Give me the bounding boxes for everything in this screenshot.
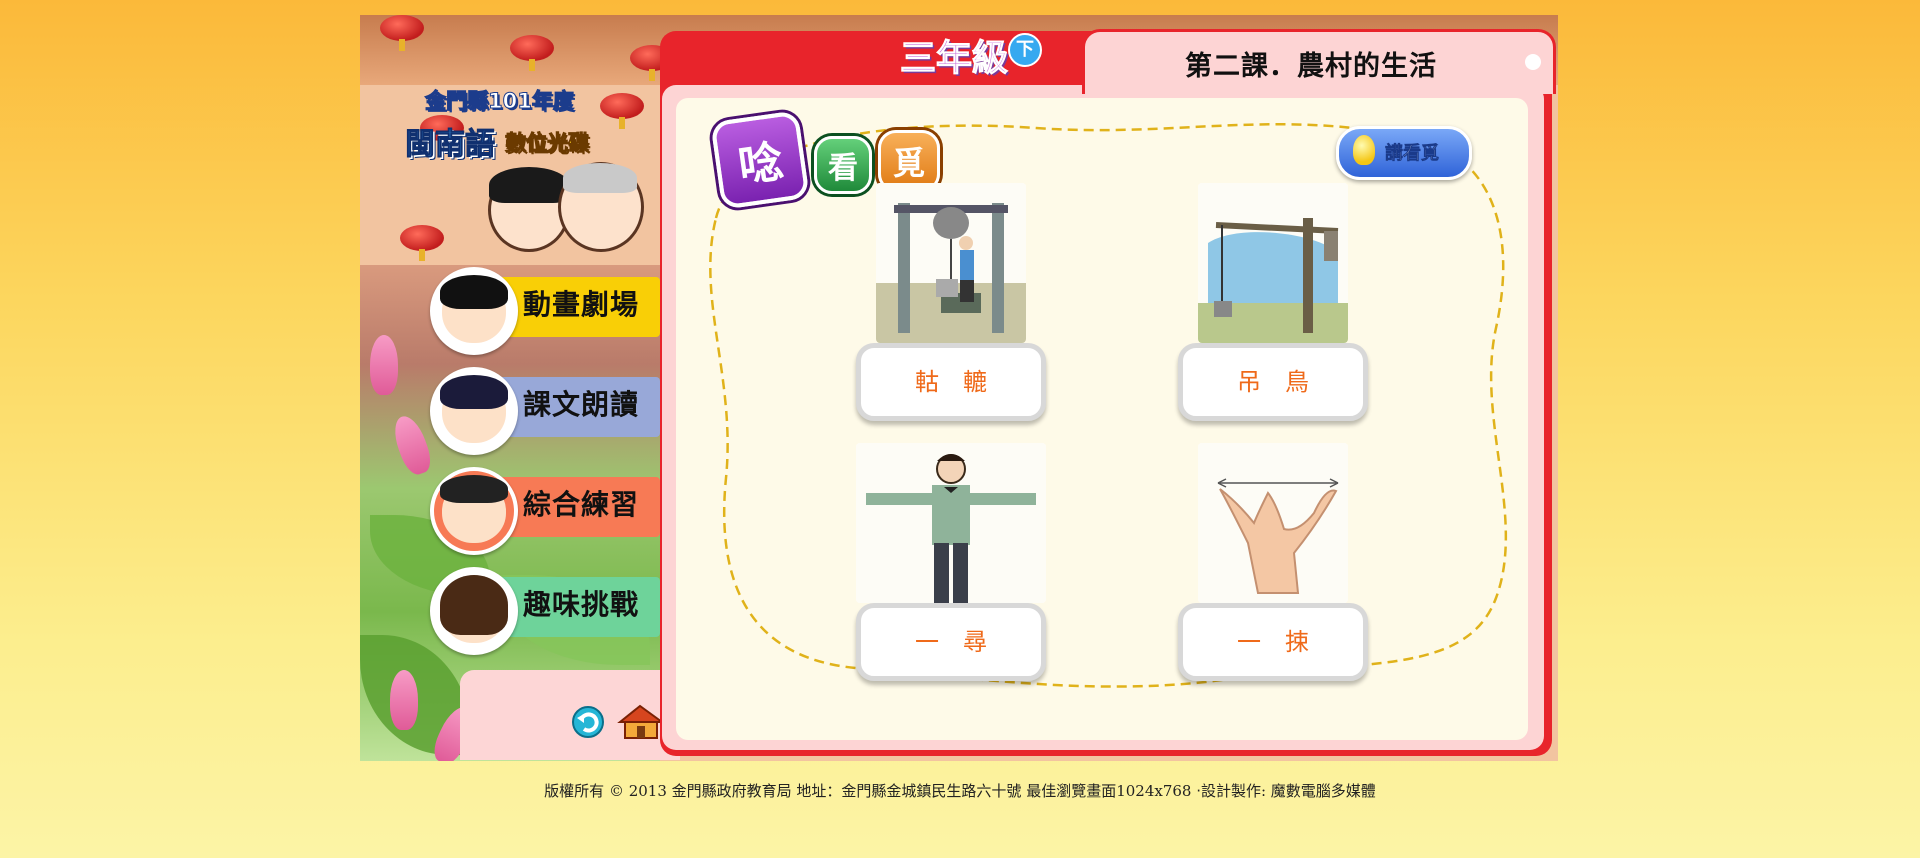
menu-fun-challenge[interactable]: 趣味挑戰 — [430, 567, 660, 655]
menu-animation-theater[interactable]: 動畫劇場 — [430, 267, 660, 355]
speak-button[interactable]: 講看覓 — [1336, 126, 1472, 180]
logo-title-line1: 金門縣101年度 — [425, 89, 575, 114]
tab-dot-decoration — [1525, 54, 1541, 70]
flower-decoration — [390, 670, 418, 730]
word-button[interactable]: 吊 鳥 — [1178, 343, 1368, 421]
avatar — [430, 367, 518, 455]
well-sweep-illustration — [1198, 183, 1348, 343]
flower-decoration — [370, 335, 398, 395]
bottom-nav-bar — [460, 670, 680, 760]
back-icon[interactable] — [570, 704, 606, 744]
app-stage: 金門縣101年度 閩南語 數位光碟 動畫劇場 課文朗讀 綜合練習 趣味挑戰 三年… — [360, 15, 1558, 761]
footer-copyright: 版權所有 © 2013 金門縣政府教育局 地址：金門縣金城鎮民生路六十號 最佳瀏… — [544, 782, 1376, 800]
grade-volume-badge: 下 — [1008, 33, 1042, 67]
lightbulb-icon — [1353, 135, 1375, 165]
lantern-decoration — [400, 225, 444, 261]
avatar — [430, 567, 518, 655]
lantern-decoration — [510, 35, 554, 71]
flower-decoration — [388, 412, 436, 478]
avatar — [430, 467, 518, 555]
word-label: 一 捒 — [1237, 628, 1309, 656]
avatar — [430, 267, 518, 355]
word-card: 吊 鳥 — [1178, 183, 1368, 443]
word-card: 一 尋 — [856, 443, 1046, 703]
word-button[interactable]: 一 尋 — [856, 603, 1046, 681]
word-label: 一 尋 — [915, 628, 987, 656]
menu-label: 綜合練習 — [523, 488, 640, 521]
content-panel: 唸 看 覓 講看覓 軲 轆 吊 鳥 一 尋 一 捒 — [676, 98, 1528, 740]
word-button[interactable]: 軲 轆 — [856, 343, 1046, 421]
grade-badge: 三年級 下 — [870, 27, 1042, 80]
left-scene: 金門縣101年度 閩南語 數位光碟 動畫劇場 課文朗讀 綜合練習 趣味挑戰 — [360, 15, 674, 761]
lantern-decoration — [600, 93, 644, 129]
logo-title-digital: 數位光碟 — [505, 131, 590, 156]
word-button[interactable]: 一 捒 — [1178, 603, 1368, 681]
word-card: 一 捒 — [1178, 443, 1368, 703]
well-pulley-illustration — [876, 183, 1026, 343]
lantern-decoration — [380, 15, 424, 51]
menu-label: 趣味挑戰 — [523, 588, 640, 621]
grandpa-face — [558, 162, 644, 252]
menu-label: 動畫劇場 — [523, 288, 640, 321]
lesson-title: 第二課．農村的生活 — [1185, 51, 1437, 82]
heading-tile: 唸 — [710, 110, 810, 210]
menu-label: 課文朗讀 — [523, 388, 640, 421]
grade-label: 三年級 — [899, 38, 1009, 80]
word-label: 吊 鳥 — [1237, 368, 1309, 396]
word-card: 軲 轆 — [856, 183, 1046, 443]
menu-comprehensive-practice[interactable]: 綜合練習 — [430, 467, 660, 555]
logo-title-minnan: 閩南語 — [405, 127, 496, 163]
home-icon[interactable] — [616, 702, 666, 746]
menu-text-reading[interactable]: 課文朗讀 — [430, 367, 660, 455]
arm-span-illustration — [856, 443, 1046, 603]
word-label: 軲 轆 — [915, 368, 987, 396]
hand-span-illustration — [1198, 443, 1348, 603]
lesson-title-tab: 第二課．農村的生活 — [1082, 29, 1556, 94]
characters-illustration — [478, 160, 644, 260]
speak-button-label: 講看覓 — [1385, 143, 1440, 165]
